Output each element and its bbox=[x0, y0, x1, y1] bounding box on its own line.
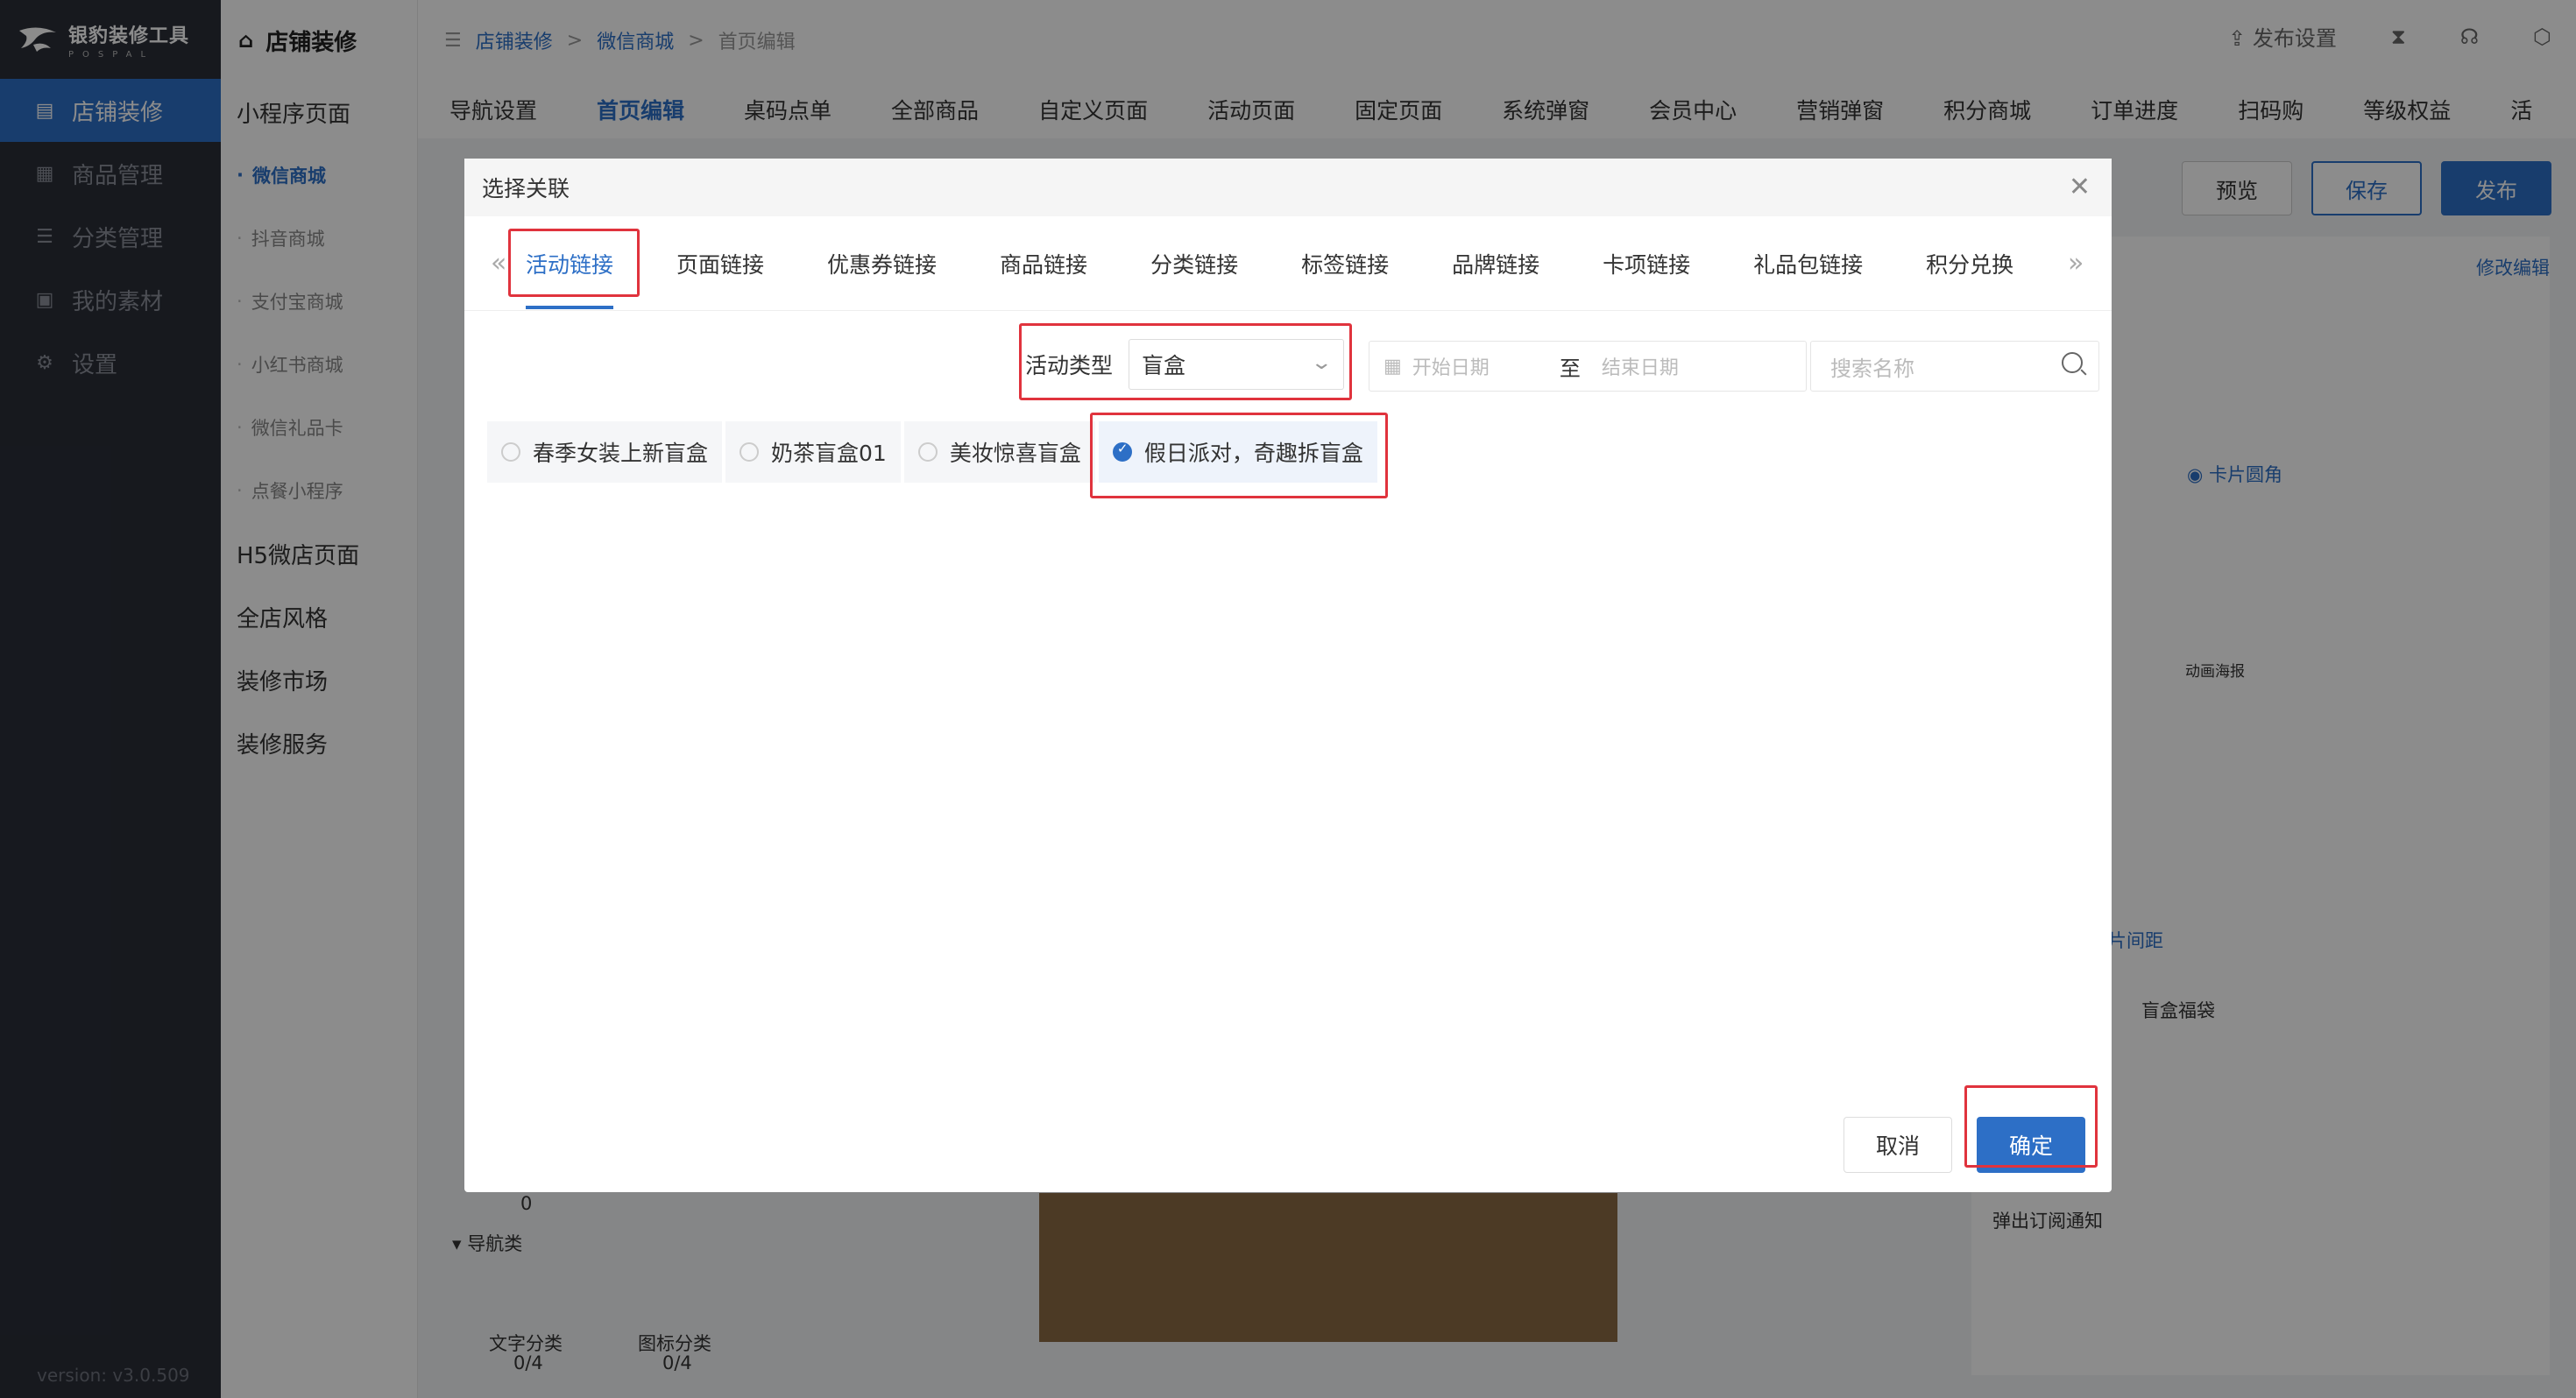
dialog-header: 选择关联 ✕ bbox=[464, 159, 2112, 216]
start-date-input[interactable]: 开始日期 bbox=[1412, 352, 1490, 380]
radio-button[interactable] bbox=[501, 442, 520, 462]
link-type-tabs: « 活动链接 页面链接 优惠券链接 商品链接 分类链接 标签链接 品牌链接 卡项… bbox=[464, 216, 2112, 311]
search-icon[interactable] bbox=[2062, 352, 2083, 373]
activity-option[interactable]: 奶茶盲盒01 bbox=[725, 421, 901, 483]
highlight-box-option bbox=[1090, 413, 1388, 498]
tab-tag-link[interactable]: 标签链接 bbox=[1301, 248, 1389, 279]
activity-option[interactable]: 美妆惊喜盲盒 bbox=[903, 421, 1095, 483]
activity-option[interactable]: 春季女装上新盲盒 bbox=[487, 421, 723, 483]
tab-points-exchange[interactable]: 积分兑换 bbox=[1926, 248, 2013, 279]
end-date-input[interactable]: 结束日期 bbox=[1602, 352, 1679, 380]
dialog-title: 选择关联 bbox=[482, 176, 570, 201]
search-input[interactable]: 搜索名称 bbox=[1810, 341, 2099, 392]
highlight-box-tab bbox=[508, 229, 640, 297]
dialog-footer: 取消 确定 bbox=[464, 1087, 2112, 1192]
radio-button[interactable] bbox=[740, 442, 760, 462]
tab-coupon-link[interactable]: 优惠券链接 bbox=[827, 248, 937, 279]
tab-page-link[interactable]: 页面链接 bbox=[676, 248, 764, 279]
highlight-box-confirm bbox=[1964, 1085, 2098, 1168]
tab-card-link[interactable]: 卡项链接 bbox=[1603, 248, 1690, 279]
tab-category-link[interactable]: 分类链接 bbox=[1150, 248, 1238, 279]
date-range-picker[interactable]: ▦ 开始日期 至 结束日期 bbox=[1369, 341, 1807, 392]
select-link-dialog: 选择关联 ✕ « 活动链接 页面链接 优惠券链接 商品链接 分类链接 标签链接 … bbox=[464, 159, 2112, 1192]
highlight-box-type bbox=[1019, 323, 1352, 400]
tab-gift-pack-link[interactable]: 礼品包链接 bbox=[1753, 248, 1863, 279]
cancel-button[interactable]: 取消 bbox=[1844, 1117, 1952, 1173]
tab-product-link[interactable]: 商品链接 bbox=[1000, 248, 1087, 279]
tab-brand-link[interactable]: 品牌链接 bbox=[1452, 248, 1539, 279]
chevron-double-right-icon[interactable]: » bbox=[2068, 248, 2103, 279]
date-range-separator: 至 bbox=[1559, 356, 1581, 381]
close-icon[interactable]: ✕ bbox=[2069, 174, 2091, 201]
calendar-icon: ▦ bbox=[1384, 355, 1402, 378]
radio-button[interactable] bbox=[917, 442, 938, 462]
